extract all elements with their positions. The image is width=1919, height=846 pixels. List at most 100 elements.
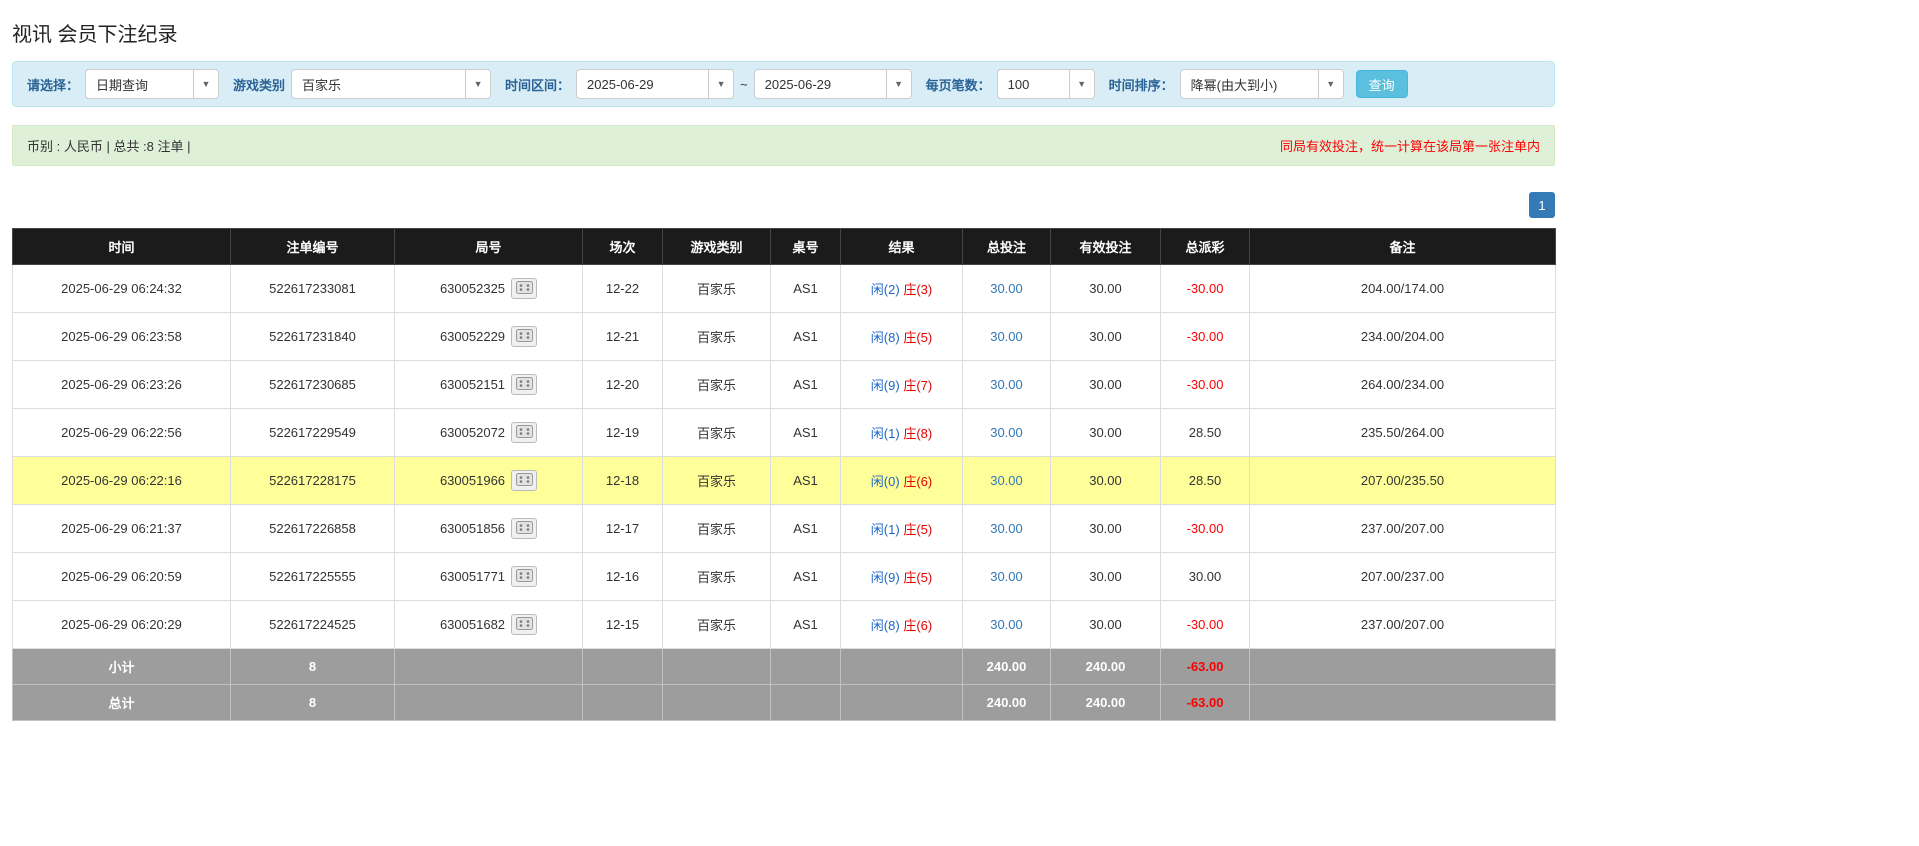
cell-valid-bet: 30.00 bbox=[1050, 408, 1161, 457]
cell-total-bet: 30.00 bbox=[962, 408, 1051, 457]
table-body: 2025-06-29 06:24:32 522617233081 630052325… bbox=[12, 264, 1556, 649]
dice-icon bbox=[515, 328, 533, 345]
cell-time: 2025-06-29 06:23:58 bbox=[12, 312, 231, 361]
subtotal-empty bbox=[1249, 648, 1556, 685]
cell-valid-bet: 30.00 bbox=[1050, 264, 1161, 313]
result-banker: 庄(5) bbox=[903, 330, 933, 345]
total-bet-link[interactable]: 30.00 bbox=[990, 281, 1023, 296]
cell-result: 闲(1) 庄(5) bbox=[840, 504, 963, 553]
result-banker: 庄(6) bbox=[903, 618, 933, 633]
top-pagination: 1 bbox=[12, 192, 1555, 218]
cell-valid-bet: 30.00 bbox=[1050, 504, 1161, 553]
total-bet-link[interactable]: 30.00 bbox=[990, 329, 1023, 344]
column-header: 总派彩 bbox=[1160, 228, 1250, 265]
result-player: 闲(0) bbox=[870, 474, 900, 489]
round-result-button[interactable] bbox=[511, 614, 538, 635]
round-result-button[interactable] bbox=[511, 566, 538, 587]
date-from-select[interactable]: 2025-06-29 ▼ bbox=[576, 69, 735, 99]
table-row: 2025-06-29 06:22:56 522617229549 630052072… bbox=[12, 408, 1556, 457]
subtotal-empty bbox=[770, 648, 841, 685]
date-to-select[interactable]: 2025-06-29 ▼ bbox=[753, 69, 912, 99]
search-button[interactable]: 查询 bbox=[1355, 70, 1408, 98]
table-row: 2025-06-29 06:20:59 522617225555 630051771… bbox=[12, 552, 1556, 601]
total-empty bbox=[770, 684, 841, 721]
cell-session: 12-20 bbox=[582, 360, 663, 409]
round-result-button[interactable] bbox=[511, 470, 538, 491]
sort-order-label: 时间排序： bbox=[1108, 77, 1174, 93]
cell-valid-bet: 30.00 bbox=[1050, 456, 1161, 505]
summary-left-text: 币别 : 人民币 | 总共 :8 注单 | bbox=[27, 139, 191, 154]
round-result-button[interactable] bbox=[511, 326, 538, 347]
cell-bet-id: 522617231840 bbox=[230, 312, 395, 361]
table-header-row: 时间 注单编号 局号 场次 游戏类别 桌号 结果 总投注 有效投注 总派彩 备注 bbox=[12, 228, 1556, 265]
cell-bet-id: 522617233081 bbox=[230, 264, 395, 313]
column-header: 场次 bbox=[582, 228, 663, 265]
total-total-bet: 240.00 bbox=[962, 684, 1051, 721]
table-row: 2025-06-29 06:23:58 522617231840 630052229… bbox=[12, 312, 1556, 361]
range-separator: ~ bbox=[740, 76, 748, 92]
cell-game-type: 百家乐 bbox=[662, 360, 771, 409]
subtotal-empty bbox=[662, 648, 771, 685]
cell-round-id: 630052229 bbox=[394, 312, 583, 361]
cell-time: 2025-06-29 06:22:16 bbox=[12, 456, 231, 505]
cell-result: 闲(1) 庄(8) bbox=[840, 408, 963, 457]
cell-note: 237.00/207.00 bbox=[1249, 504, 1556, 553]
cell-result: 闲(9) 庄(5) bbox=[840, 552, 963, 601]
result-banker: 庄(8) bbox=[903, 426, 933, 441]
cell-total-bet: 30.00 bbox=[962, 456, 1051, 505]
page-size-select[interactable]: 100 ▼ bbox=[996, 69, 1095, 99]
dice-icon bbox=[515, 616, 533, 633]
payout-value: -30.00 bbox=[1186, 281, 1224, 296]
subtotal-payout: -63.00 bbox=[1160, 648, 1250, 685]
page: 视讯 会员下注纪录 请选择： 日期查询 ▼ 游戏类别 百家乐 ▼ 时间区间： 2… bbox=[0, 0, 1567, 846]
cell-note: 264.00/234.00 bbox=[1249, 360, 1556, 409]
round-result-button[interactable] bbox=[511, 278, 538, 299]
game-type-label: 游戏类别 bbox=[233, 77, 286, 93]
total-bet-link[interactable]: 30.00 bbox=[990, 425, 1023, 440]
result-player: 闲(8) bbox=[870, 330, 900, 345]
subtotal-total-bet: 240.00 bbox=[962, 648, 1051, 685]
cell-note: 235.50/264.00 bbox=[1249, 408, 1556, 457]
cell-time: 2025-06-29 06:23:26 bbox=[12, 360, 231, 409]
cell-result: 闲(8) 庄(5) bbox=[840, 312, 963, 361]
cell-round-id: 630051771 bbox=[394, 552, 583, 601]
table-row: 2025-06-29 06:21:37 522617226858 630051856… bbox=[12, 504, 1556, 553]
cell-result: 闲(8) 庄(6) bbox=[840, 600, 963, 649]
cell-total-bet: 30.00 bbox=[962, 264, 1051, 313]
game-type-select[interactable]: 百家乐 ▼ bbox=[291, 69, 492, 99]
total-bet-link[interactable]: 30.00 bbox=[990, 473, 1023, 488]
round-result-button[interactable] bbox=[511, 422, 538, 443]
cell-total-bet: 30.00 bbox=[962, 552, 1051, 601]
cell-round-id: 630052072 bbox=[394, 408, 583, 457]
total-bet-link[interactable]: 30.00 bbox=[990, 569, 1023, 584]
total-label: 总计 bbox=[12, 684, 231, 721]
cell-session: 12-19 bbox=[582, 408, 663, 457]
records-table: 时间 注单编号 局号 场次 游戏类别 桌号 结果 总投注 有效投注 总派彩 备注 2025-06-2… bbox=[12, 228, 1556, 721]
page-1-button[interactable]: 1 bbox=[1529, 192, 1555, 218]
cell-valid-bet: 30.00 bbox=[1050, 360, 1161, 409]
sort-order-value: 降幂(由大到小) bbox=[1190, 77, 1278, 93]
page-size-value: 100 bbox=[1007, 76, 1030, 92]
sort-order-select[interactable]: 降幂(由大到小) ▼ bbox=[1179, 69, 1344, 99]
cell-result: 闲(2) 庄(3) bbox=[840, 264, 963, 313]
cell-table-no: AS1 bbox=[770, 408, 841, 457]
round-result-button[interactable] bbox=[511, 374, 538, 395]
cell-game-type: 百家乐 bbox=[662, 456, 771, 505]
subtotal-bet-count: 8 bbox=[230, 648, 395, 685]
cell-round-id: 630051966 bbox=[394, 456, 583, 505]
total-bet-link[interactable]: 30.00 bbox=[990, 521, 1023, 536]
chevron-down-icon: ▼ bbox=[465, 70, 491, 98]
total-bet-link[interactable]: 30.00 bbox=[990, 617, 1023, 632]
result-player: 闲(2) bbox=[870, 282, 900, 297]
round-result-button[interactable] bbox=[511, 518, 538, 539]
page-size-label: 每页笔数： bbox=[925, 77, 991, 93]
cell-bet-id: 522617225555 bbox=[230, 552, 395, 601]
date-to-value: 2025-06-29 bbox=[764, 76, 832, 92]
cell-payout: 28.50 bbox=[1160, 408, 1250, 457]
dice-icon bbox=[515, 280, 533, 297]
cell-table-no: AS1 bbox=[770, 264, 841, 313]
column-header: 时间 bbox=[12, 228, 231, 265]
total-bet-link[interactable]: 30.00 bbox=[990, 377, 1023, 392]
cell-session: 12-22 bbox=[582, 264, 663, 313]
query-type-select[interactable]: 日期查询 ▼ bbox=[85, 69, 220, 99]
